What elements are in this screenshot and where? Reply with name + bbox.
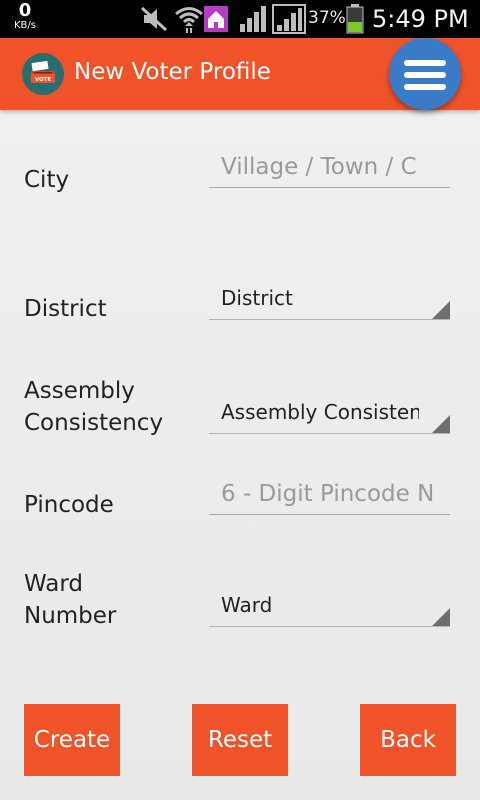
- menu-icon: [404, 60, 446, 66]
- home-icon: [204, 6, 228, 32]
- signal-icon: [272, 4, 306, 34]
- ward-label-line2: Number: [24, 603, 117, 629]
- pincode-input[interactable]: [209, 473, 450, 515]
- assembly-selected-value: Assembly Consistency: [221, 400, 419, 424]
- signal-icon: [240, 6, 266, 32]
- back-button[interactable]: Back: [360, 704, 456, 776]
- status-bar: 0 KB/s 37% 5:49 PM: [0, 0, 480, 38]
- ward-selected-value: Ward: [221, 593, 273, 617]
- district-selected-value: District: [221, 286, 293, 310]
- menu-icon-bar: [404, 72, 446, 78]
- city-input[interactable]: [209, 146, 450, 188]
- battery-percent: 37%: [308, 8, 346, 28]
- assembly-label-line2: Consistency: [24, 410, 164, 436]
- menu-button[interactable]: [389, 38, 461, 110]
- district-label: District: [24, 296, 107, 322]
- create-button[interactable]: Create: [24, 704, 120, 776]
- wifi-icon: [175, 7, 203, 33]
- city-label: City: [24, 167, 70, 193]
- dropdown-arrow-icon: [432, 608, 450, 626]
- mute-icon: [140, 6, 168, 32]
- data-rate-unit: KB/s: [14, 20, 36, 31]
- app-bar: VOTE New Voter Profile: [0, 38, 480, 110]
- dropdown-arrow-icon: [432, 415, 450, 433]
- dropdown-arrow-icon: [432, 301, 450, 319]
- ward-label-line1: Ward: [24, 571, 84, 597]
- data-rate-value: 0: [18, 0, 32, 21]
- page-title: New Voter Profile: [74, 59, 271, 85]
- app-logo: VOTE: [22, 53, 64, 95]
- pincode-label: Pincode: [24, 492, 114, 518]
- clock: 5:49 PM: [372, 5, 469, 33]
- logo-text: VOTE: [35, 77, 52, 83]
- ward-dropdown[interactable]: Ward: [209, 587, 450, 627]
- assembly-dropdown[interactable]: Assembly Consistency: [209, 394, 450, 434]
- menu-icon-bar: [404, 84, 446, 90]
- ballot-box-icon: VOTE: [31, 60, 55, 83]
- battery-icon: [346, 4, 364, 34]
- district-dropdown[interactable]: District: [209, 280, 450, 320]
- data-rate-indicator: 0 KB/s: [8, 2, 42, 31]
- assembly-label-line1: Assembly: [24, 378, 135, 404]
- reset-button[interactable]: Reset: [192, 704, 288, 776]
